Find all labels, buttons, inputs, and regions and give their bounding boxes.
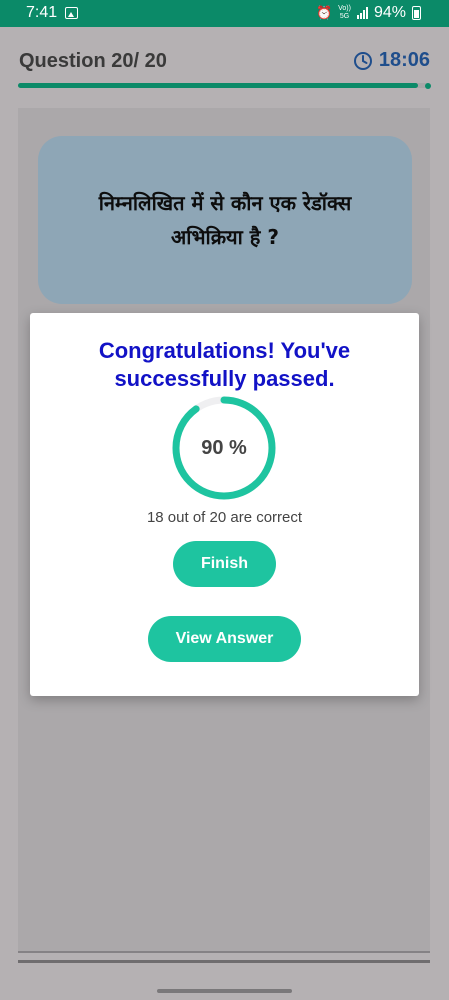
quiz-progress-bar	[18, 82, 431, 89]
result-title: Congratulations! You've successfully pas…	[98, 338, 351, 391]
finish-button[interactable]: Finish	[173, 541, 276, 587]
volte-top: Vo))	[338, 5, 351, 12]
battery-icon	[412, 6, 421, 20]
quiz-progress-dot	[425, 82, 431, 89]
clock-icon	[353, 51, 372, 70]
alarm-icon: ⏰	[315, 5, 333, 20]
timer-value: 18:06	[378, 49, 430, 71]
bottom-divider	[18, 960, 430, 963]
status-icons: ⏰ Vo)) 5G 94%	[316, 4, 421, 22]
question-counter: Question 20/ 20	[19, 50, 167, 72]
timer: 18:06	[353, 49, 430, 72]
status-time: 7:41	[26, 4, 58, 21]
quiz-progress-fill	[18, 83, 418, 88]
score-percent: 90 %	[201, 436, 247, 459]
question-text: निम्नलिखित में से कौन एक रेडॉक्स अभिक्रि…	[98, 191, 352, 249]
status-bar: 7:41 ⏰ Vo)) 5G 94%	[0, 0, 449, 27]
result-dialog: Congratulations! You've successfully pas…	[30, 313, 419, 696]
quiz-header: Question 20/ 20 18:06	[0, 27, 449, 100]
volte-indicator: Vo)) 5G	[338, 5, 351, 21]
view-answer-button[interactable]: View Answer	[148, 616, 301, 662]
score-text: 18 out of 20 are correct	[146, 509, 303, 526]
volte-bottom: 5G	[339, 13, 350, 20]
gallery-icon	[65, 7, 78, 19]
battery-level: 94%	[373, 4, 406, 21]
home-indicator[interactable]	[157, 989, 292, 993]
question-card: निम्नलिखित में से कौन एक रेडॉक्स अभिक्रि…	[38, 136, 412, 304]
signal-icon	[356, 7, 368, 19]
